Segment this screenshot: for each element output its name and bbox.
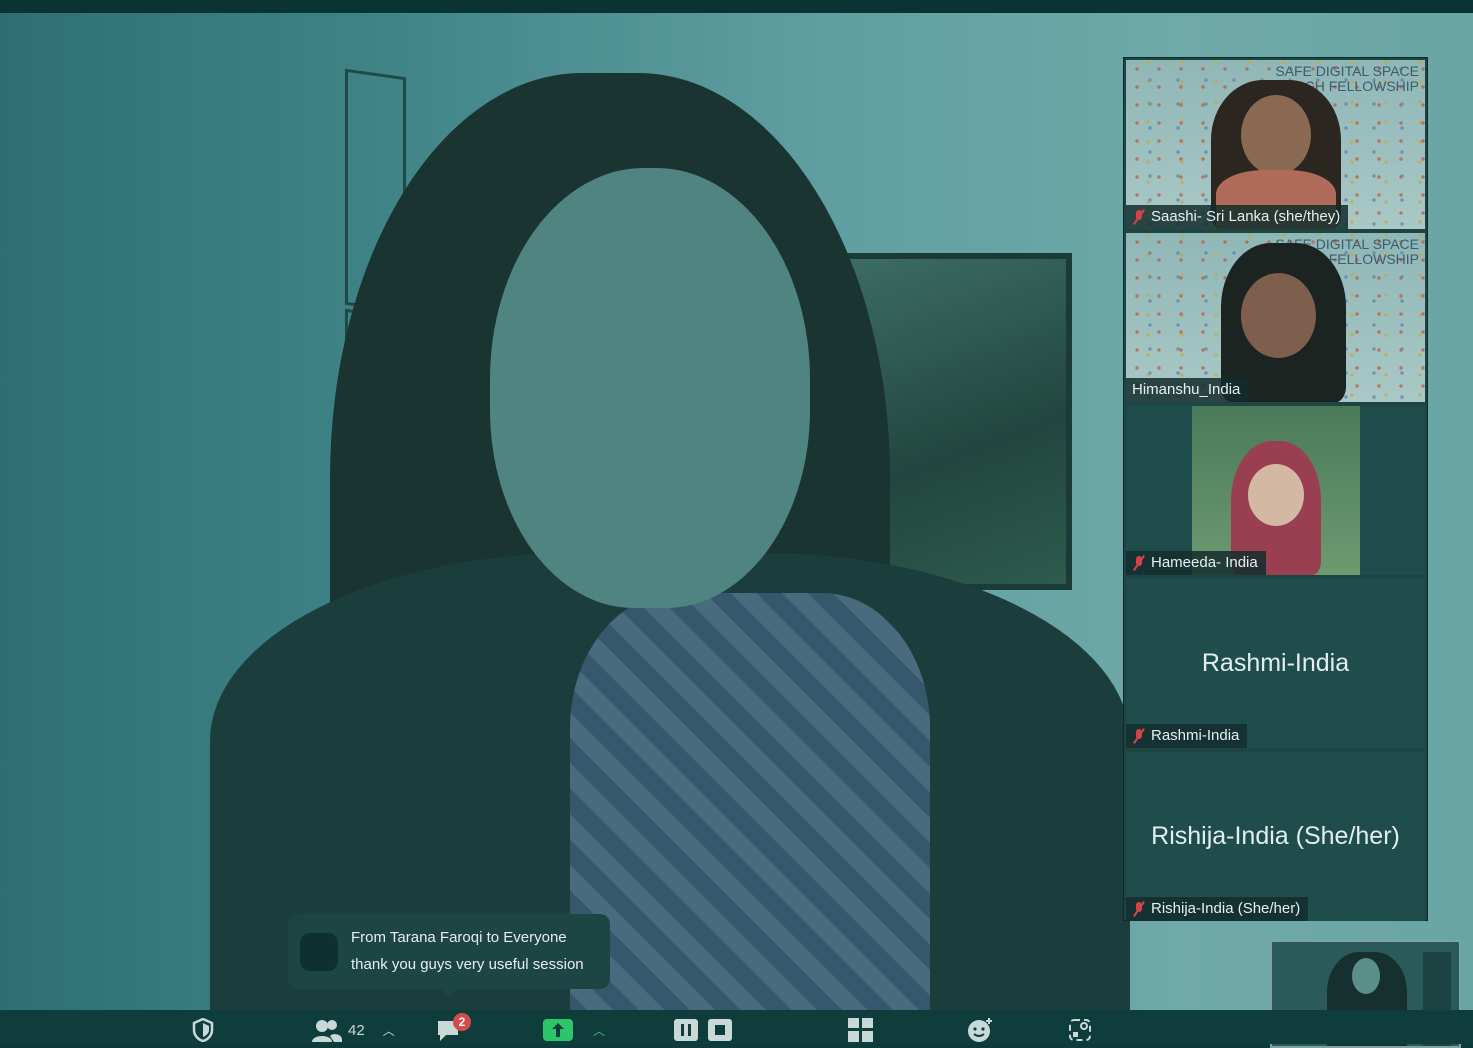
participant-name-label: Saashi- Sri Lanka (she/they) <box>1126 205 1349 229</box>
apps-grid-icon <box>848 1018 873 1042</box>
mic-muted-icon <box>1132 728 1146 744</box>
participant-display-name: Rishija-India (She/her) <box>1151 822 1400 850</box>
sender-avatar <box>300 933 338 971</box>
participant-gallery-strip[interactable]: SAFE DIGITAL SPACE SEARCH FELLOWSHIP Saas… <box>1123 57 1428 921</box>
recording-controls <box>674 1017 732 1043</box>
mic-muted-icon <box>1132 901 1146 917</box>
window-top-bar <box>0 0 1473 13</box>
participant-tile[interactable]: Rashmi-India Rashmi-India <box>1126 579 1425 748</box>
participants-icon <box>312 1020 342 1042</box>
participant-count: 42 <box>348 1021 365 1039</box>
pause-icon[interactable] <box>674 1019 698 1041</box>
whiteboard-button[interactable] <box>1068 1017 1092 1043</box>
participant-tile[interactable]: Hameeda- India <box>1126 406 1425 575</box>
chat-message: thank you guys very useful session <box>351 956 584 973</box>
participant-display-name: Rashmi-India <box>1201 649 1350 677</box>
participants-button[interactable]: 42 ︿ <box>312 1017 395 1043</box>
mic-muted-icon <box>1132 555 1146 571</box>
mic-muted-icon <box>1132 209 1146 225</box>
security-shield-icon <box>192 1018 214 1042</box>
chat-sender: From Tarana Faroqi to Everyone <box>351 929 567 946</box>
chat-button[interactable]: 2 <box>436 1013 471 1043</box>
reactions-button[interactable] <box>967 1017 995 1043</box>
share-screen-button[interactable]: ︿ <box>543 1017 605 1043</box>
share-screen-icon <box>543 1019 573 1041</box>
security-button[interactable] <box>192 1017 214 1043</box>
participant-tile[interactable]: SAFE DIGITAL SPACE SEARCH FELLOWSHIP Saas… <box>1126 60 1425 229</box>
chevron-up-icon[interactable]: ︿ <box>383 1022 395 1039</box>
participant-tile[interactable]: Rishija-India (She/her) Rishija-India (S… <box>1126 752 1425 921</box>
reactions-icon <box>968 1018 992 1042</box>
meeting-toolbar: 42 ︿ 2 ︿ <box>0 1010 1473 1044</box>
speaker-person <box>210 73 1130 1010</box>
chat-unread-badge: 2 <box>453 1013 471 1031</box>
chevron-up-icon[interactable]: ︿ <box>593 1022 605 1039</box>
whiteboard-icon <box>1069 1019 1091 1041</box>
participant-name-label: Hameeda- India <box>1126 551 1266 575</box>
participant-name-label: Himanshu_India <box>1126 378 1249 402</box>
apps-button[interactable] <box>848 1017 874 1043</box>
participant-tile[interactable]: SAFE DIGITAL SPACE SEARCH FELLOWSHIP Hima… <box>1126 233 1425 402</box>
participant-name-label: Rashmi-India <box>1126 724 1248 748</box>
chat-notification[interactable]: From Tarana Faroqi to Everyone thank you… <box>288 914 610 997</box>
stop-icon[interactable] <box>708 1019 732 1041</box>
participant-name-label: Rishija-India (She/her) <box>1126 897 1309 921</box>
